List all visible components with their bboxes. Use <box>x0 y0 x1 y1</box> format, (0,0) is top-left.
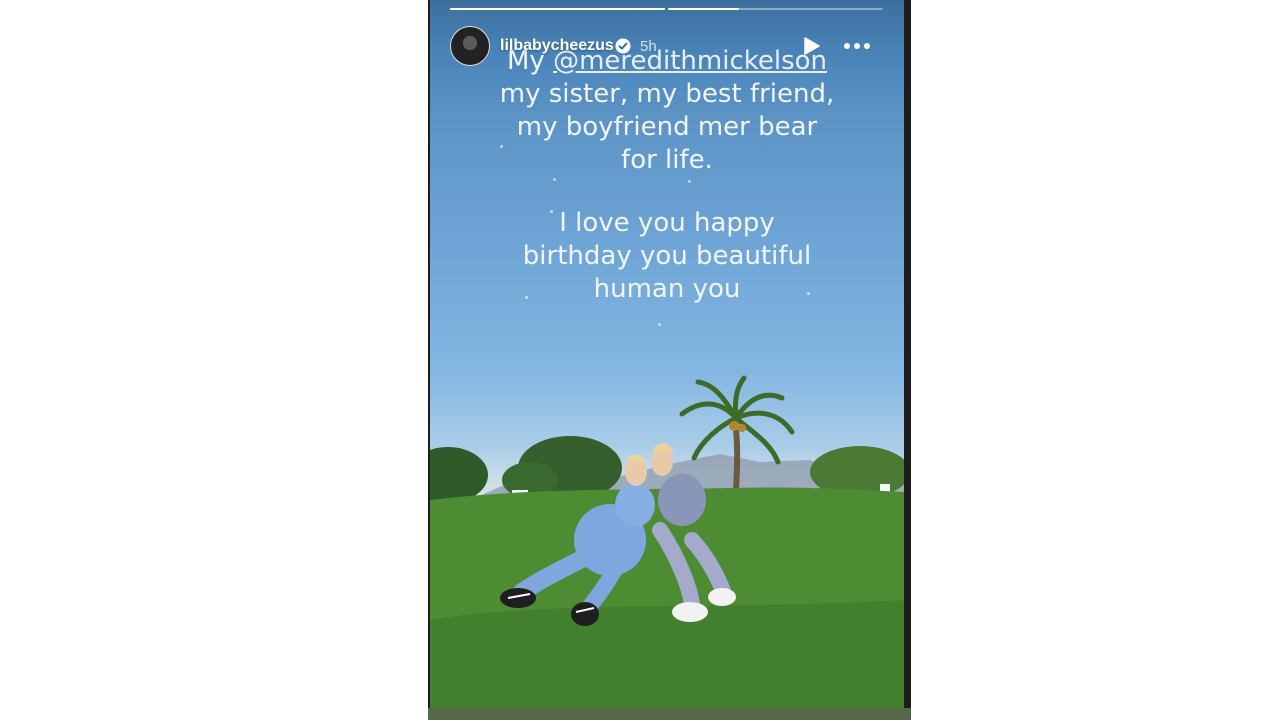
story-bottom-bar <box>428 708 911 720</box>
caption-line-3: my boyfriend mer bear <box>516 112 818 142</box>
play-icon[interactable] <box>801 36 821 56</box>
more-horizontal-icon[interactable] <box>842 36 872 56</box>
progress-fill <box>668 8 739 10</box>
story-caption: My @meredithmickelson my sister, my best… <box>430 45 904 177</box>
avatar[interactable] <box>450 26 490 66</box>
caption-line-4: for life. <box>621 145 713 175</box>
username[interactable]: lilbabycheezus <box>500 37 614 55</box>
caption-line-5: I love you happy <box>559 208 775 238</box>
caption-line-2: my sister, my best friend, <box>499 79 835 109</box>
verified-badge-icon <box>615 38 631 54</box>
story-caption-message: I love you happy birthday you beautiful … <box>430 207 904 306</box>
story-progress-1 <box>450 8 665 10</box>
caption-line-7: human you <box>593 274 741 304</box>
progress-fill <box>450 8 665 10</box>
caption-line-6: birthday you beautiful <box>522 241 812 271</box>
story-viewer[interactable]: My @meredithmickelson my sister, my best… <box>428 0 911 720</box>
post-time: 5h <box>640 38 657 55</box>
story-photo: My @meredithmickelson my sister, my best… <box>430 0 904 720</box>
story-progress-2 <box>668 8 883 10</box>
